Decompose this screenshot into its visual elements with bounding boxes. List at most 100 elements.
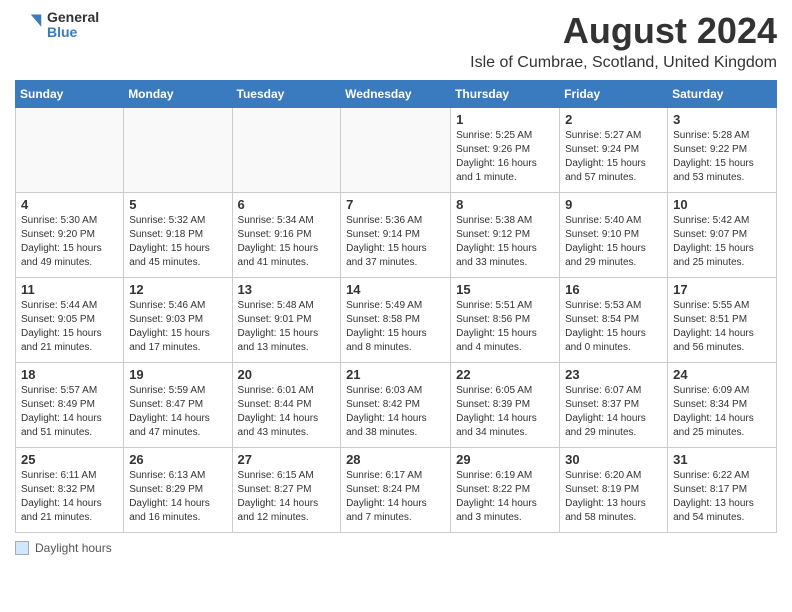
day-cell: 30Sunrise: 6:20 AM Sunset: 8:19 PM Dayli… [560, 448, 668, 533]
day-detail: Sunrise: 6:07 AM Sunset: 8:37 PM Dayligh… [565, 384, 662, 440]
day-number: 23 [565, 367, 662, 382]
day-detail: Sunrise: 6:03 AM Sunset: 8:42 PM Dayligh… [346, 384, 445, 440]
day-detail: Sunrise: 5:57 AM Sunset: 8:49 PM Dayligh… [21, 384, 118, 440]
day-number: 11 [21, 282, 118, 297]
day-cell: 31Sunrise: 6:22 AM Sunset: 8:17 PM Dayli… [668, 448, 777, 533]
header-row: SundayMondayTuesdayWednesdayThursdayFrid… [16, 81, 777, 108]
header: General Blue August 2024 Isle of Cumbrae… [15, 10, 777, 72]
day-detail: Sunrise: 5:51 AM Sunset: 8:56 PM Dayligh… [456, 299, 554, 355]
col-header-monday: Monday [124, 81, 232, 108]
day-number: 16 [565, 282, 662, 297]
day-detail: Sunrise: 6:20 AM Sunset: 8:19 PM Dayligh… [565, 469, 662, 525]
week-row-3: 11 Sunrise: 5:44 AM Sunset: 9:05 PM Dayli… [16, 278, 777, 363]
day-cell: 22Sunrise: 6:05 AM Sunset: 8:39 PM Dayli… [451, 363, 560, 448]
day-number: 13 [238, 282, 336, 297]
day-number: 28 [346, 452, 445, 467]
day-number: 26 [129, 452, 226, 467]
col-header-sunday: Sunday [16, 81, 124, 108]
week-row-1: 1 Sunrise: 5:25 AM Sunset: 9:26 PM Daylig… [16, 108, 777, 193]
day-number: 3 [673, 112, 771, 127]
day-number: 5 [129, 197, 226, 212]
day-number: 24 [673, 367, 771, 382]
day-cell: 7 Sunrise: 5:36 AM Sunset: 9:14 PM Daylig… [341, 193, 451, 278]
day-detail: Sunrise: 5:30 AM Sunset: 9:20 PM Dayligh… [21, 214, 118, 270]
day-number: 20 [238, 367, 336, 382]
day-number: 25 [21, 452, 118, 467]
logo-blue: Blue [47, 24, 77, 40]
day-cell: 15 Sunrise: 5:51 AM Sunset: 8:56 PM Dayli… [451, 278, 560, 363]
day-cell: 14 Sunrise: 5:49 AM Sunset: 8:58 PM Dayli… [341, 278, 451, 363]
day-number: 10 [673, 197, 771, 212]
day-number: 12 [129, 282, 226, 297]
day-number: 19 [129, 367, 226, 382]
day-number: 17 [673, 282, 771, 297]
logo-general: General [47, 9, 99, 25]
day-cell: 25 Sunrise: 6:11 AM Sunset: 8:32 PM Dayli… [16, 448, 124, 533]
logo-icon [15, 11, 43, 39]
day-detail: Sunrise: 5:55 AM Sunset: 8:51 PM Dayligh… [673, 299, 771, 355]
day-cell: 23 Sunrise: 6:07 AM Sunset: 8:37 PM Dayli… [560, 363, 668, 448]
day-number: 2 [565, 112, 662, 127]
day-detail: Sunrise: 5:40 AM Sunset: 9:10 PM Dayligh… [565, 214, 662, 270]
day-detail: Sunrise: 5:46 AM Sunset: 9:03 PM Dayligh… [129, 299, 226, 355]
week-row-2: 4Sunrise: 5:30 AM Sunset: 9:20 PM Daylig… [16, 193, 777, 278]
day-cell: 3 Sunrise: 5:28 AM Sunset: 9:22 PM Daylig… [668, 108, 777, 193]
day-detail: Sunrise: 6:19 AM Sunset: 8:22 PM Dayligh… [456, 469, 554, 525]
day-detail: Sunrise: 5:42 AM Sunset: 9:07 PM Dayligh… [673, 214, 771, 270]
day-cell: 8Sunrise: 5:38 AM Sunset: 9:12 PM Daylig… [451, 193, 560, 278]
day-cell: 28 Sunrise: 6:17 AM Sunset: 8:24 PM Dayli… [341, 448, 451, 533]
day-detail: Sunrise: 5:32 AM Sunset: 9:18 PM Dayligh… [129, 214, 226, 270]
day-cell: 11 Sunrise: 5:44 AM Sunset: 9:05 PM Dayli… [16, 278, 124, 363]
day-detail: Sunrise: 6:09 AM Sunset: 8:34 PM Dayligh… [673, 384, 771, 440]
day-number: 29 [456, 452, 554, 467]
day-detail: Sunrise: 6:11 AM Sunset: 8:32 PM Dayligh… [21, 469, 118, 525]
day-cell: 24 Sunrise: 6:09 AM Sunset: 8:34 PM Dayli… [668, 363, 777, 448]
day-detail: Sunrise: 5:28 AM Sunset: 9:22 PM Dayligh… [673, 129, 771, 185]
day-cell: 16Sunrise: 5:53 AM Sunset: 8:54 PM Dayli… [560, 278, 668, 363]
day-number: 14 [346, 282, 445, 297]
subtitle: Isle of Cumbrae, Scotland, United Kingdo… [470, 54, 777, 72]
day-cell: 19 Sunrise: 5:59 AM Sunset: 8:47 PM Dayli… [124, 363, 232, 448]
main-title: August 2024 [470, 10, 777, 52]
day-cell: 1 Sunrise: 5:25 AM Sunset: 9:26 PM Daylig… [451, 108, 560, 193]
day-detail: Sunrise: 6:17 AM Sunset: 8:24 PM Dayligh… [346, 469, 445, 525]
week-row-4: 18Sunrise: 5:57 AM Sunset: 8:49 PM Dayli… [16, 363, 777, 448]
day-number: 15 [456, 282, 554, 297]
logo-text: General Blue [47, 10, 99, 41]
day-cell [232, 108, 341, 193]
day-detail: Sunrise: 5:59 AM Sunset: 8:47 PM Dayligh… [129, 384, 226, 440]
day-cell [16, 108, 124, 193]
day-number: 7 [346, 197, 445, 212]
day-cell: 2 Sunrise: 5:27 AM Sunset: 9:24 PM Daylig… [560, 108, 668, 193]
day-cell: 6Sunrise: 5:34 AM Sunset: 9:16 PM Daylig… [232, 193, 341, 278]
day-cell: 27Sunrise: 6:15 AM Sunset: 8:27 PM Dayli… [232, 448, 341, 533]
day-detail: Sunrise: 5:44 AM Sunset: 9:05 PM Dayligh… [21, 299, 118, 355]
day-cell: 10 Sunrise: 5:42 AM Sunset: 9:07 PM Dayli… [668, 193, 777, 278]
day-cell: 13Sunrise: 5:48 AM Sunset: 9:01 PM Dayli… [232, 278, 341, 363]
day-cell: 29 Sunrise: 6:19 AM Sunset: 8:22 PM Dayli… [451, 448, 560, 533]
day-detail: Sunrise: 5:25 AM Sunset: 9:26 PM Dayligh… [456, 129, 554, 185]
logo: General Blue [15, 10, 99, 41]
day-cell: 21 Sunrise: 6:03 AM Sunset: 8:42 PM Dayli… [341, 363, 451, 448]
calendar-table: SundayMondayTuesdayWednesdayThursdayFrid… [15, 80, 777, 533]
legend: Daylight hours [15, 541, 777, 555]
day-cell: 20 Sunrise: 6:01 AM Sunset: 8:44 PM Dayli… [232, 363, 341, 448]
day-detail: Sunrise: 5:49 AM Sunset: 8:58 PM Dayligh… [346, 299, 445, 355]
day-cell: 4Sunrise: 5:30 AM Sunset: 9:20 PM Daylig… [16, 193, 124, 278]
day-cell: 5 Sunrise: 5:32 AM Sunset: 9:18 PM Daylig… [124, 193, 232, 278]
day-detail: Sunrise: 6:01 AM Sunset: 8:44 PM Dayligh… [238, 384, 336, 440]
col-header-friday: Friday [560, 81, 668, 108]
day-cell [341, 108, 451, 193]
col-header-saturday: Saturday [668, 81, 777, 108]
day-detail: Sunrise: 5:36 AM Sunset: 9:14 PM Dayligh… [346, 214, 445, 270]
col-header-tuesday: Tuesday [232, 81, 341, 108]
title-area: August 2024 Isle of Cumbrae, Scotland, U… [470, 10, 777, 72]
day-number: 1 [456, 112, 554, 127]
day-detail: Sunrise: 6:22 AM Sunset: 8:17 PM Dayligh… [673, 469, 771, 525]
day-detail: Sunrise: 5:27 AM Sunset: 9:24 PM Dayligh… [565, 129, 662, 185]
day-detail: Sunrise: 6:15 AM Sunset: 8:27 PM Dayligh… [238, 469, 336, 525]
day-cell: 18Sunrise: 5:57 AM Sunset: 8:49 PM Dayli… [16, 363, 124, 448]
day-number: 9 [565, 197, 662, 212]
day-cell: 26Sunrise: 6:13 AM Sunset: 8:29 PM Dayli… [124, 448, 232, 533]
day-number: 21 [346, 367, 445, 382]
